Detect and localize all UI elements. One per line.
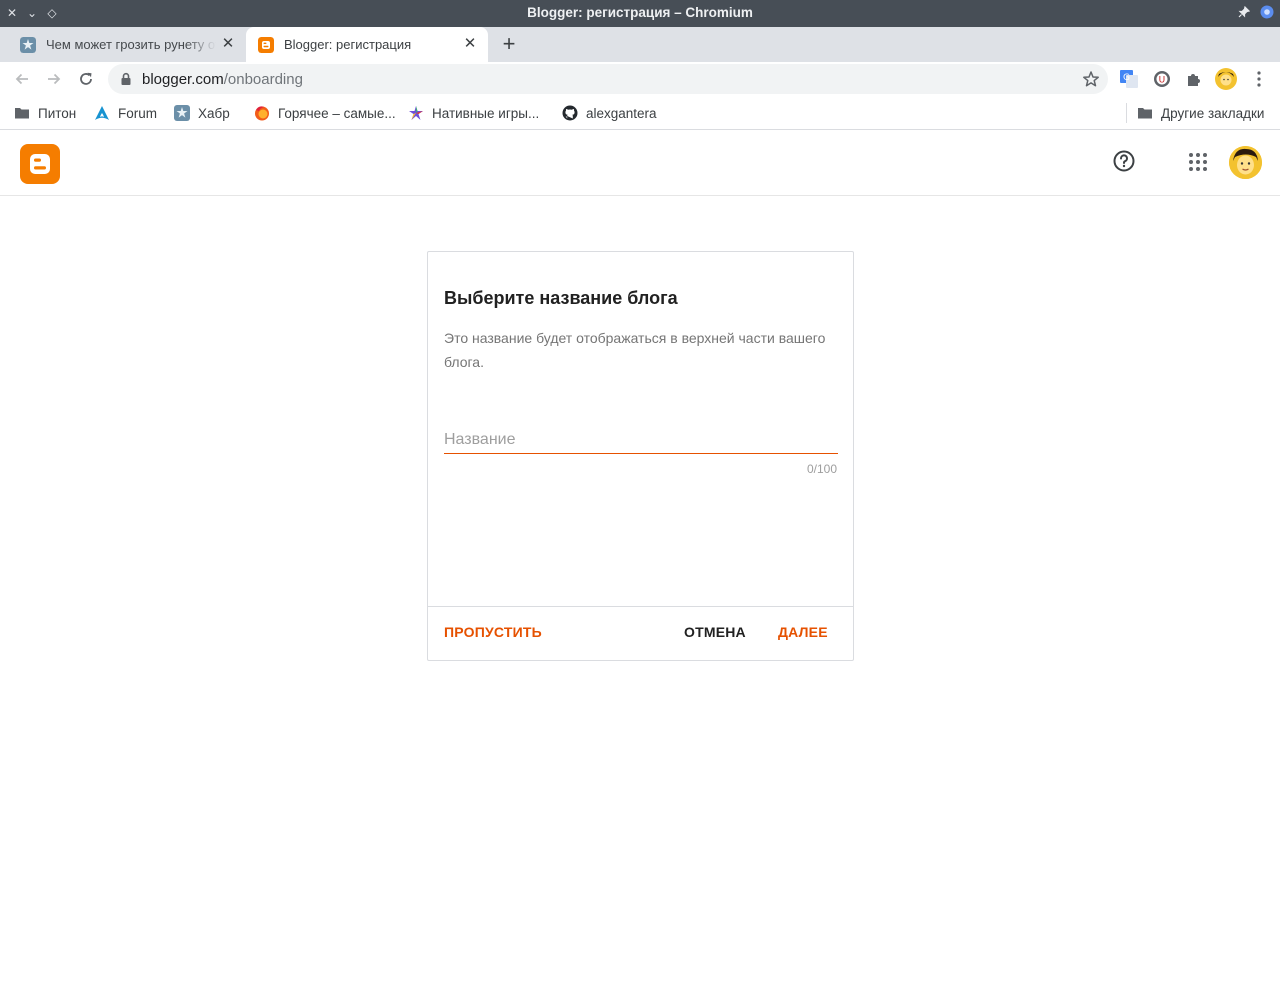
bookmark-github[interactable]: alexgantera: [562, 103, 657, 123]
github-icon: [562, 105, 578, 121]
bookmark-label: Хабр: [198, 105, 230, 121]
folder-icon: [1138, 108, 1152, 119]
bookmark-python[interactable]: Питон: [14, 103, 76, 123]
titlebar-right-icons: [1238, 5, 1274, 19]
habr-favicon-icon: [20, 36, 36, 53]
tab-runet[interactable]: Чем может грозить рунету отключение ✕: [8, 27, 246, 62]
other-bookmarks[interactable]: Другие закладки: [1137, 103, 1264, 123]
dialog-divider: [428, 606, 853, 607]
tab-strip: Чем может грозить рунету отключение ✕ Bl…: [0, 27, 1280, 62]
tab-blogger[interactable]: Blogger: регистрация ✕: [246, 27, 488, 62]
blogger-logo[interactable]: [20, 144, 60, 184]
bookmark-forum[interactable]: Forum: [94, 103, 157, 123]
browser-toolbar: blogger.com/onboarding G U: [0, 62, 1280, 96]
bookmark-label: Forum: [118, 105, 158, 121]
new-tab-icon[interactable]: +: [498, 33, 520, 55]
lock-icon[interactable]: [120, 72, 132, 86]
habr-icon: [174, 105, 190, 121]
forward-button[interactable]: [42, 67, 66, 91]
help-icon[interactable]: [1113, 150, 1135, 172]
arrow-left-icon: [15, 73, 28, 85]
tab-title: Blogger: регистрация: [284, 37, 412, 52]
profile-avatar-icon[interactable]: [1215, 68, 1237, 90]
window-title: Blogger: регистрация – Chromium: [527, 5, 753, 20]
window-titlebar: ✕ ⌄ ◇ Blogger: регистрация – Chromium: [0, 0, 1280, 27]
skip-button[interactable]: ПРОПУСТИТЬ: [444, 624, 542, 640]
cancel-button[interactable]: ОТМЕНА: [684, 624, 746, 640]
firefox-icon: [255, 106, 269, 121]
bookmark-label: Питон: [38, 105, 77, 121]
bookmark-native-games[interactable]: Нативные игры...: [408, 103, 539, 123]
bookmarks-bar: Питон Forum Хабр Горячее – самые... Нати…: [0, 96, 1280, 130]
bookmark-label: alexgantera: [586, 105, 657, 121]
bookmarks-divider: [1126, 103, 1127, 123]
bookmark-habr[interactable]: Хабр: [174, 103, 230, 123]
url-text: blogger.com/onboarding: [142, 71, 303, 88]
dialog-description: Это название будет отображаться в верхне…: [444, 330, 826, 370]
menu-kebab-icon[interactable]: [1249, 69, 1269, 89]
puzzle-extensions-icon[interactable]: [1184, 69, 1204, 89]
other-bookmarks-label: Другие закладки: [1161, 105, 1265, 121]
tab-title: Чем может грозить рунету отключение: [46, 37, 216, 52]
bookmark-star-icon[interactable]: [1082, 70, 1100, 88]
reload-icon: [80, 72, 92, 85]
avatar-face-icon: [1229, 146, 1262, 179]
bookmark-label: Горячее – самые...: [278, 105, 396, 121]
dialog-title: Выберите название блога: [444, 288, 678, 308]
next-button[interactable]: ДАЛЕЕ: [778, 624, 828, 640]
pin-icon[interactable]: [1238, 6, 1250, 18]
star-burst-icon: [409, 106, 423, 120]
arch-icon: [95, 106, 109, 120]
blog-name-dialog: Выберите название блога Это название буд…: [427, 251, 854, 661]
chromium-icon: [1260, 5, 1274, 19]
bookmark-label: Нативные игры...: [432, 105, 540, 121]
account-avatar[interactable]: [1229, 146, 1262, 179]
shield-extension-icon[interactable]: U: [1152, 69, 1172, 89]
blogger-header: [0, 131, 1280, 196]
svg-text:G: G: [1123, 73, 1130, 83]
url-path: /onboarding: [223, 71, 303, 88]
arrow-right-icon: [48, 73, 61, 85]
back-button[interactable]: [10, 67, 34, 91]
translate-extension-icon[interactable]: G: [1119, 69, 1139, 89]
apps-grid-icon[interactable]: [1188, 152, 1208, 172]
blogger-b-icon: [30, 154, 50, 174]
url-host: blogger.com: [142, 71, 224, 88]
bookmark-hot[interactable]: Горячее – самые...: [254, 103, 396, 123]
blogger-favicon-icon: [258, 36, 274, 53]
folder-icon: [15, 108, 29, 119]
tab-close-icon[interactable]: ✕: [220, 36, 236, 52]
address-bar[interactable]: blogger.com/onboarding: [108, 64, 1108, 94]
svg-text:U: U: [1159, 76, 1166, 86]
reload-button[interactable]: [74, 67, 98, 91]
character-counter: 0/100: [806, 462, 837, 476]
tab-close-icon[interactable]: ✕: [462, 36, 478, 52]
blog-name-input[interactable]: [444, 426, 838, 454]
